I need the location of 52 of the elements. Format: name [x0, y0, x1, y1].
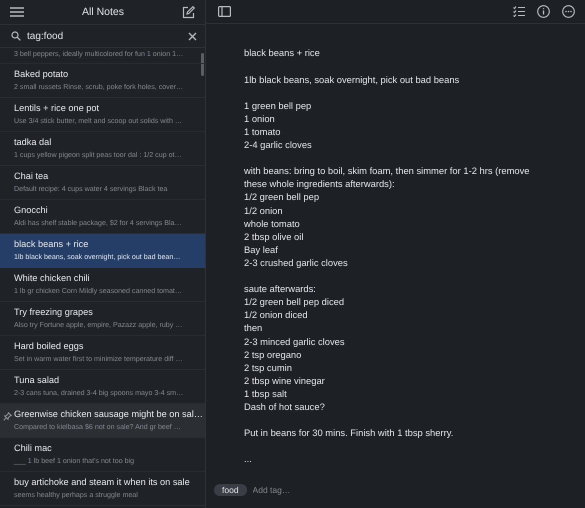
note-title: Hard boiled eggs	[14, 340, 84, 353]
compose-icon[interactable]	[182, 6, 195, 18]
note-text-line: 2-3 crushed garlic cloves	[244, 256, 349, 270]
clear-icon[interactable]	[188, 32, 197, 40]
note-text-line: 1/2 onion diced	[244, 308, 309, 322]
note-title: Try freezing grapes	[14, 306, 94, 319]
checklist-icon[interactable]	[513, 6, 525, 18]
note-text-line: Dash of hot sauce?	[244, 400, 326, 414]
note-text-line: 2-3 minced garlic cloves	[244, 334, 346, 348]
note-text-line: 2 tbsp wine vinegar	[244, 374, 326, 387]
note-title: black beans + rice	[14, 238, 90, 251]
note-text-line: 1 onion	[244, 112, 276, 126]
note-text-line: 1 tomato	[244, 125, 282, 138]
note-text-line: 1 green bell pep	[244, 98, 312, 112]
note-title: Gnocchi	[14, 204, 49, 217]
scrollbar-thumb[interactable]	[201, 53, 204, 76]
tag-chip[interactable]: food	[214, 484, 247, 496]
list-title: All Notes	[82, 6, 124, 18]
note-title: Chai tea	[14, 170, 50, 183]
note-text-line: 2 tsp cumin	[244, 360, 293, 374]
note-text-line: then	[244, 321, 264, 335]
note-text-line: 1 tbsp salt	[244, 386, 288, 400]
note-text-line: 2-4 garlic cloves	[244, 138, 313, 152]
menu-icon[interactable]	[10, 7, 24, 17]
info-icon[interactable]	[537, 5, 550, 18]
search-icon	[11, 31, 21, 41]
add-tag-field[interactable]: Add tag…	[252, 485, 333, 496]
note-title: buy artichoke and steam it when its on sale	[14, 476, 191, 489]
note-title: Chili mac	[14, 442, 53, 455]
note-text-line: 2 tbsp olive oil	[244, 230, 304, 243]
note-title: Baked potato	[14, 68, 70, 81]
search-field[interactable]: tag:food	[27, 30, 182, 42]
note-text-line: 2 tsp oregano	[244, 348, 302, 361]
note-title: Tuna salad	[14, 374, 60, 387]
sidebar-toggle-icon[interactable]	[218, 6, 231, 18]
note-title: White chicken chili	[14, 272, 91, 285]
note-text-line: 1/2 green bell pep diced	[244, 295, 346, 308]
note-title: Lentils + rice one pot	[14, 102, 100, 115]
note-title: Greenwise chicken sausage might be on sal…	[14, 408, 202, 421]
note-title: tadka dal	[14, 136, 52, 149]
note-text-line: ...	[244, 452, 253, 466]
note-text-line: 1lb black beans, soak overnight, pick out bad beans	[244, 72, 460, 86]
note-text-line: saute afterwards:	[244, 282, 317, 296]
note-text-line: Bay leaf	[244, 242, 279, 256]
note-text-line: 1/2 green bell pep	[244, 190, 320, 204]
note-text-line: Put in beans for 30 mins. Finish with 1 tbsp sherry.	[244, 426, 454, 440]
note-text-line: whole tomato	[244, 216, 301, 230]
more-icon[interactable]	[562, 5, 575, 18]
note-text-line: 1/2 onion	[244, 204, 284, 217]
pin-icon	[3, 412, 12, 421]
note-text-line: black beans + rice	[244, 46, 321, 60]
note-text-line: with beans: bring to boil, skim foam, then simmer for 1-2 hrs (remove these whole ingredients afterwards):	[244, 164, 531, 190]
